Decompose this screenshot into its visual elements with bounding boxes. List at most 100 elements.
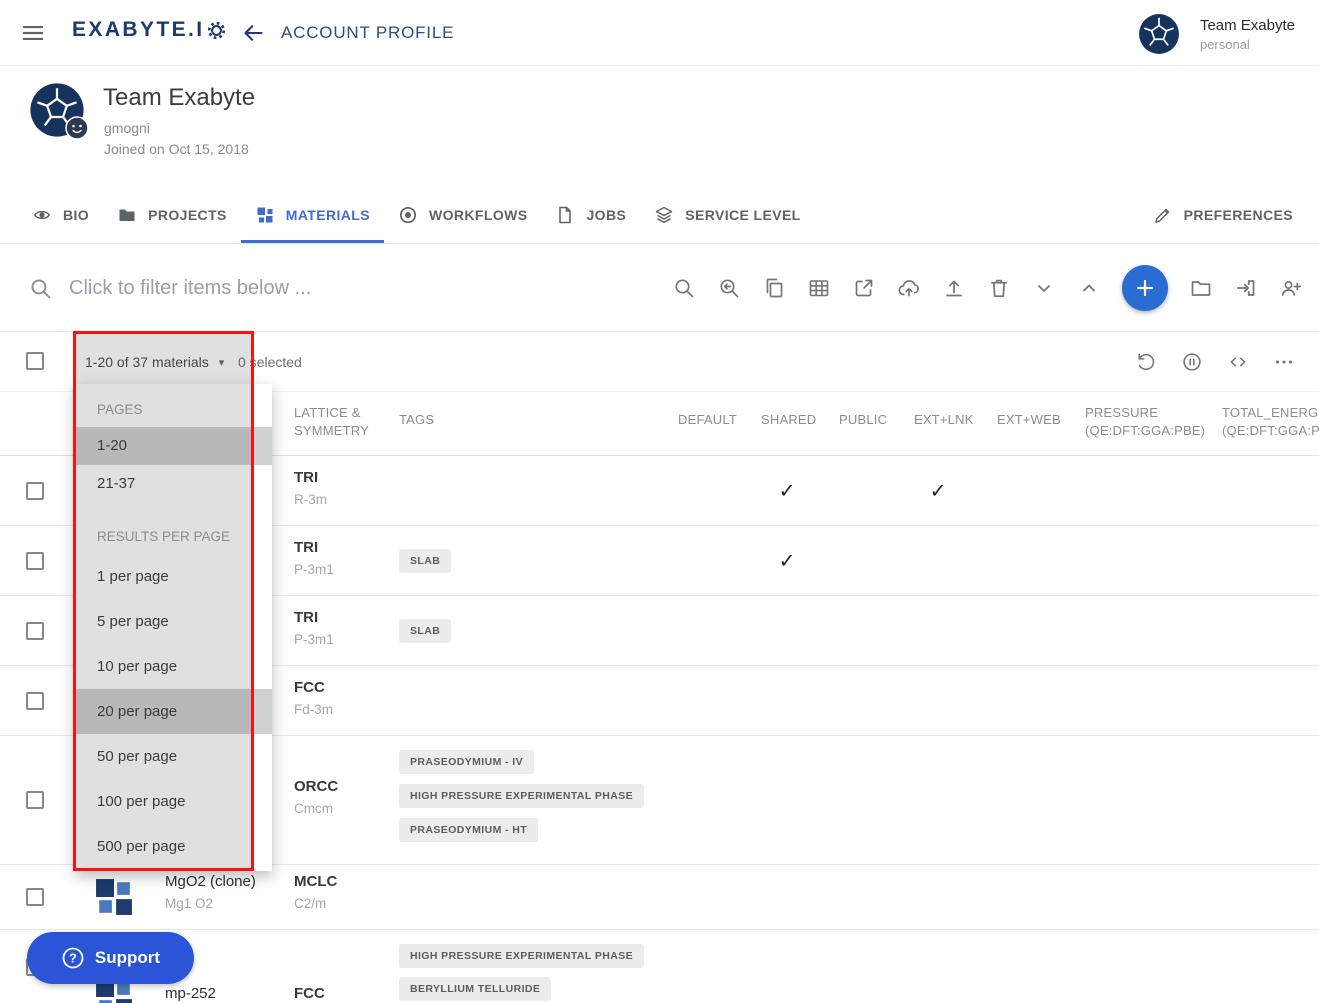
tab-label: MATERIALS (286, 207, 370, 223)
lattice-cell: TRI P-3m1 (294, 609, 334, 647)
menu-section-header: RESULTS PER PAGE (75, 513, 272, 554)
page-title: ACCOUNT PROFILE (281, 23, 454, 43)
pagination-button-label: 1-20 of 37 materials (85, 354, 209, 370)
tab-service-level[interactable]: SERVICE LEVEL (640, 186, 814, 243)
tag-chip: PRASEODYMIUM - HT (399, 818, 538, 842)
row-checkbox[interactable] (26, 692, 44, 710)
menu-item-per-page[interactable]: 500 per page (75, 824, 272, 869)
row-checkbox[interactable] (26, 791, 44, 809)
restore-icon[interactable] (1135, 351, 1157, 373)
menu-item-page-range[interactable]: 21-37 (75, 465, 272, 503)
face-badge-icon (65, 116, 89, 140)
menu-item-per-page[interactable]: 50 per page (75, 734, 272, 779)
search-icon[interactable] (672, 276, 696, 300)
row-checkbox[interactable] (26, 622, 44, 640)
plus-icon (1133, 276, 1157, 300)
profile-avatar (29, 82, 85, 138)
tag-chip: BERYLLIUM TELLURIDE (399, 977, 551, 1001)
col-header-ext-lnk: EXT+LNK (914, 412, 974, 427)
tab-materials[interactable]: MATERIALS (241, 186, 384, 243)
menu-item-per-page[interactable]: 20 per page (75, 689, 272, 734)
document-icon (555, 205, 575, 225)
refine-search-icon[interactable] (717, 276, 741, 300)
menu-item-per-page[interactable]: 100 per page (75, 779, 272, 824)
account-name: Team Exabyte (1200, 17, 1295, 34)
tab-bio[interactable]: BIO (18, 186, 103, 243)
tab-projects[interactable]: PROJECTS (103, 186, 241, 243)
open-in-new-icon[interactable] (852, 276, 876, 300)
folder-icon[interactable] (1189, 276, 1213, 300)
tab-label: BIO (63, 207, 89, 223)
toolbar-actions (672, 244, 1303, 332)
app-root: EXABYTE.I ACCOUNT PROFILE Team Exabyte p… (0, 0, 1319, 1003)
row-checkbox[interactable] (26, 888, 44, 906)
account-widget[interactable]: Team Exabyte personal (1138, 13, 1295, 55)
copy-icon[interactable] (762, 276, 786, 300)
lattice-cell: TRI R-3m (294, 469, 327, 507)
logo[interactable]: EXABYTE.I (72, 18, 226, 42)
tab-bar: BIO PROJECTS MATERIALS WORKFLOWS JOBS SE… (0, 186, 1319, 244)
filter-input[interactable] (69, 270, 609, 306)
lattice-cell: ORCC Cmcm (294, 778, 338, 816)
import-icon[interactable] (1234, 276, 1258, 300)
tab-label: PROJECTS (148, 207, 227, 223)
menu-item-per-page[interactable]: 10 per page (75, 644, 272, 689)
tab-workflows[interactable]: WORKFLOWS (384, 186, 541, 243)
table-row[interactable]: MgO2 (clone) Mg1 O2 MCLC C2/m (0, 865, 1319, 930)
pagination-button[interactable]: 1-20 of 37 materials ▾ (85, 346, 224, 378)
lattice-cell: FCC (294, 985, 325, 1002)
col-header-total-energy: TOTAL_ENERGY (QE:DFT:GGA:PBE) (1222, 404, 1319, 440)
col-header-pressure: PRESSURE (QE:DFT:GGA:PBE) (1085, 404, 1205, 440)
table-grid-icon[interactable] (807, 276, 831, 300)
radio-icon (398, 205, 418, 225)
team-avatar-icon (1138, 13, 1180, 55)
code-icon[interactable] (1227, 351, 1249, 373)
upload-icon[interactable] (942, 276, 966, 300)
check-icon: ✓ (908, 478, 968, 503)
materials-icon (255, 205, 275, 225)
gear-icon (207, 21, 226, 40)
svg-text:?: ? (69, 951, 77, 965)
pause-circle-icon[interactable] (1181, 351, 1203, 373)
pagination-dropdown: PAGES 1-20 21-37 RESULTS PER PAGE 1 per … (75, 384, 272, 871)
row-checkbox[interactable] (26, 552, 44, 570)
name-cell: mp-252 (165, 985, 216, 1002)
eye-icon (32, 205, 52, 225)
chevron-up-icon[interactable] (1077, 276, 1101, 300)
menu-item-per-page[interactable]: 1 per page (75, 554, 272, 599)
tags-cell: HIGH PRESSURE EXPERIMENTAL PHASE BERYLLI… (399, 944, 644, 1001)
tags-cell: SLAB (399, 549, 451, 573)
tab-label: PREFERENCES (1184, 207, 1293, 223)
account-type: personal (1200, 37, 1295, 52)
lattice-cell: TRI P-3m1 (294, 539, 334, 577)
delete-icon[interactable] (987, 276, 1011, 300)
logo-text: EXABYTE.I (72, 18, 204, 42)
tags-cell: SLAB (399, 619, 451, 643)
add-group-icon[interactable] (1279, 276, 1303, 300)
menu-item-per-page[interactable]: 5 per page (75, 599, 272, 644)
caret-down-icon: ▾ (219, 356, 225, 369)
material-icon (95, 878, 133, 916)
chevron-down-icon[interactable] (1032, 276, 1056, 300)
check-icon: ✓ (757, 548, 817, 573)
row-checkbox[interactable] (26, 482, 44, 500)
more-icon[interactable] (1273, 351, 1295, 373)
menu-item-page-range[interactable]: 1-20 (75, 427, 272, 465)
support-button[interactable]: ? Support (27, 932, 194, 984)
col-header-default: DEFAULT (678, 412, 737, 427)
help-icon: ? (61, 946, 85, 970)
add-button[interactable] (1122, 265, 1168, 311)
col-header-tags: TAGS (399, 412, 434, 427)
pencil-icon (1153, 205, 1173, 225)
back-icon[interactable] (241, 21, 265, 45)
select-all-checkbox[interactable] (26, 352, 44, 370)
folder-icon (117, 205, 137, 225)
tag-chip: PRASEODYMIUM - IV (399, 750, 534, 774)
table-row[interactable]: mp-252 FCC HIGH PRESSURE EXPERIMENTAL PH… (0, 930, 1319, 1003)
name-cell: MgO2 (clone) Mg1 O2 (165, 873, 256, 911)
menu-icon[interactable] (20, 20, 46, 46)
cloud-upload-icon[interactable] (897, 276, 921, 300)
tab-preferences[interactable]: PREFERENCES (1139, 186, 1307, 243)
tab-jobs[interactable]: JOBS (541, 186, 640, 243)
account-text: Team Exabyte personal (1200, 17, 1295, 52)
